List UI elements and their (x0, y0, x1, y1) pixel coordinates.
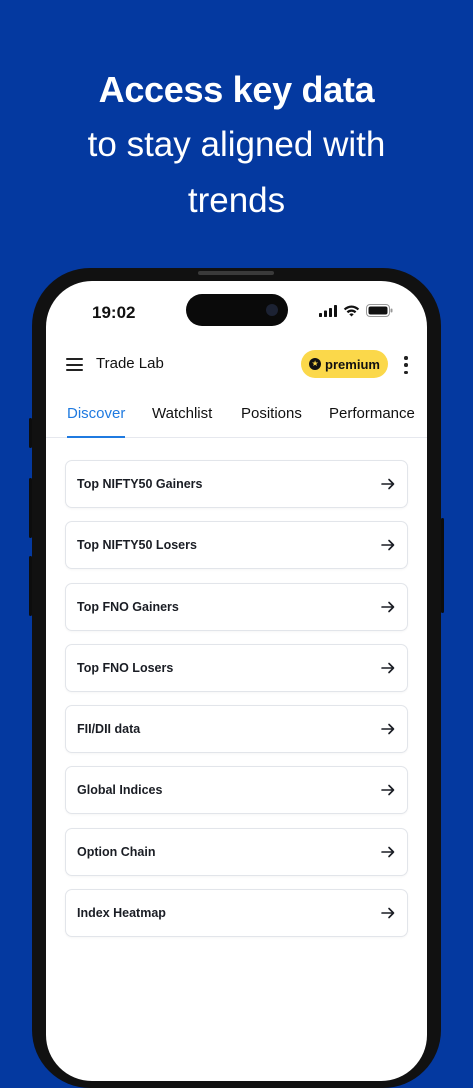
tab-discover[interactable]: Discover (67, 405, 125, 422)
arrow-right-icon (381, 478, 395, 490)
status-bar: 19:02 (46, 281, 427, 343)
hero-subtitle-line2: trends (187, 181, 286, 220)
list-item-label: Index Heatmap (77, 906, 166, 921)
arrow-right-icon (381, 539, 395, 551)
arrow-right-icon (381, 662, 395, 674)
more-vertical-icon[interactable] (398, 356, 414, 374)
dynamic-island (186, 294, 288, 326)
premium-button[interactable]: ★ premium (301, 350, 388, 378)
list-item-fii-dii-data[interactable]: FII/DII data (65, 705, 408, 754)
list-item-label: Global Indices (77, 783, 163, 798)
tab-watchlist[interactable]: Watchlist (152, 405, 212, 422)
hamburger-menu-icon[interactable] (66, 358, 83, 371)
arrow-right-icon (381, 846, 395, 858)
list-item-label: Top FNO Losers (77, 660, 174, 675)
tab-bar: Discover Watchlist Positions Performance (46, 387, 427, 438)
wifi-icon (343, 305, 360, 316)
list-item-option-chain[interactable]: Option Chain (65, 827, 408, 876)
phone-volume-down (29, 556, 32, 616)
tab-positions[interactable]: Positions (241, 405, 302, 422)
app-header: Trade Lab ★ premium (46, 343, 427, 387)
arrow-right-icon (381, 723, 395, 735)
tab-performance[interactable]: Performance (329, 405, 415, 422)
hero-title: Access key data (98, 69, 375, 110)
list-item-top-nifty50-gainers[interactable]: Top NIFTY50 Gainers (65, 460, 408, 508)
list-item-top-nifty50-losers[interactable]: Top NIFTY50 Losers (65, 521, 408, 570)
hero-headline: Access key data to stay aligned with tre… (0, 64, 473, 228)
phone-speaker (198, 271, 274, 275)
list-item-label: FII/DII data (77, 722, 141, 737)
arrow-right-icon (381, 601, 395, 612)
list-item-top-fno-gainers[interactable]: Top FNO Gainers (65, 582, 408, 631)
battery-icon (366, 304, 393, 317)
signal-icon (319, 304, 337, 317)
list-item-label: Top FNO Gainers (77, 599, 179, 614)
status-time: 19:02 (92, 303, 136, 322)
camera-lens (266, 304, 278, 316)
list-item-label: Option Chain (77, 844, 156, 859)
app-title: Trade Lab (96, 355, 164, 372)
phone-silent-switch (29, 418, 32, 448)
list-item-label: Top NIFTY50 Losers (77, 538, 197, 553)
list-item-index-heatmap[interactable]: Index Heatmap (65, 889, 408, 938)
discover-list: Top NIFTY50 Gainers Top NIFTY50 Losers T… (65, 460, 408, 950)
list-item-top-fno-losers[interactable]: Top FNO Losers (65, 643, 408, 692)
list-item-global-indices[interactable]: Global Indices (65, 766, 408, 815)
hero-subtitle-line1: to stay aligned with (87, 125, 386, 164)
arrow-right-icon (381, 907, 395, 919)
list-item-label: Top NIFTY50 Gainers (77, 477, 203, 491)
status-icons (319, 304, 393, 317)
phone-power-button (441, 518, 444, 613)
active-tab-indicator (67, 436, 125, 438)
star-icon: ★ (309, 358, 322, 370)
arrow-right-icon (381, 785, 395, 796)
premium-label: premium (325, 356, 380, 372)
phone-screen: 19:02 Trade Lab ★ premium Discover Watch… (46, 281, 427, 1081)
phone-volume-up (29, 478, 32, 538)
